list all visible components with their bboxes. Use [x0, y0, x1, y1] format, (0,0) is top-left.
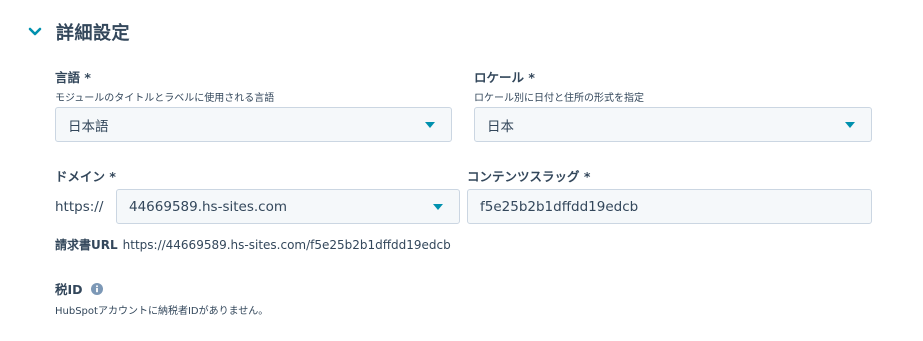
language-help: モジュールのタイトルとラベルに使用される言語	[55, 93, 275, 104]
domain-value: 44669589.hs-sites.com	[129, 198, 288, 215]
language-label: 言語 *	[55, 70, 91, 85]
language-select[interactable]: 日本語	[55, 107, 452, 142]
dropdown-caret-icon	[845, 121, 855, 128]
content-slug-input[interactable]: f5e25b2b1dffdd19edcb	[467, 189, 872, 224]
advanced-settings-toggle[interactable]: 詳細設定	[26, 18, 130, 46]
locale-select[interactable]: 日本	[474, 107, 872, 142]
invoice-url-row: 請求書URL https://44669589.hs-sites.com/f5e…	[55, 236, 451, 253]
domain-select[interactable]: 44669589.hs-sites.com	[116, 189, 460, 224]
domain-protocol-prefix: https://	[55, 199, 104, 215]
content-slug-label: コンテンツスラッグ *	[467, 169, 591, 184]
tax-id-label: 税ID	[55, 282, 83, 297]
section-title: 詳細設定	[56, 23, 130, 44]
invoice-url-value: https://44669589.hs-sites.com/f5e25b2b1d…	[122, 237, 451, 252]
dropdown-caret-icon	[425, 121, 435, 128]
invoice-url-label: 請求書URL	[55, 238, 118, 252]
domain-label: ドメイン *	[55, 169, 116, 184]
locale-help: ロケール別に日付と住所の形式を指定	[474, 93, 644, 104]
info-icon[interactable]	[90, 282, 103, 295]
dropdown-caret-icon	[433, 203, 443, 210]
tax-id-row: 税ID	[55, 279, 103, 298]
locale-label: ロケール *	[474, 70, 535, 85]
chevron-down-icon	[26, 23, 44, 41]
content-slug-value: f5e25b2b1dffdd19edcb	[480, 198, 639, 215]
locale-value: 日本	[487, 118, 514, 135]
tax-id-help: HubSpotアカウントに納税者IDがありません。	[55, 306, 269, 317]
language-value: 日本語	[68, 118, 109, 135]
